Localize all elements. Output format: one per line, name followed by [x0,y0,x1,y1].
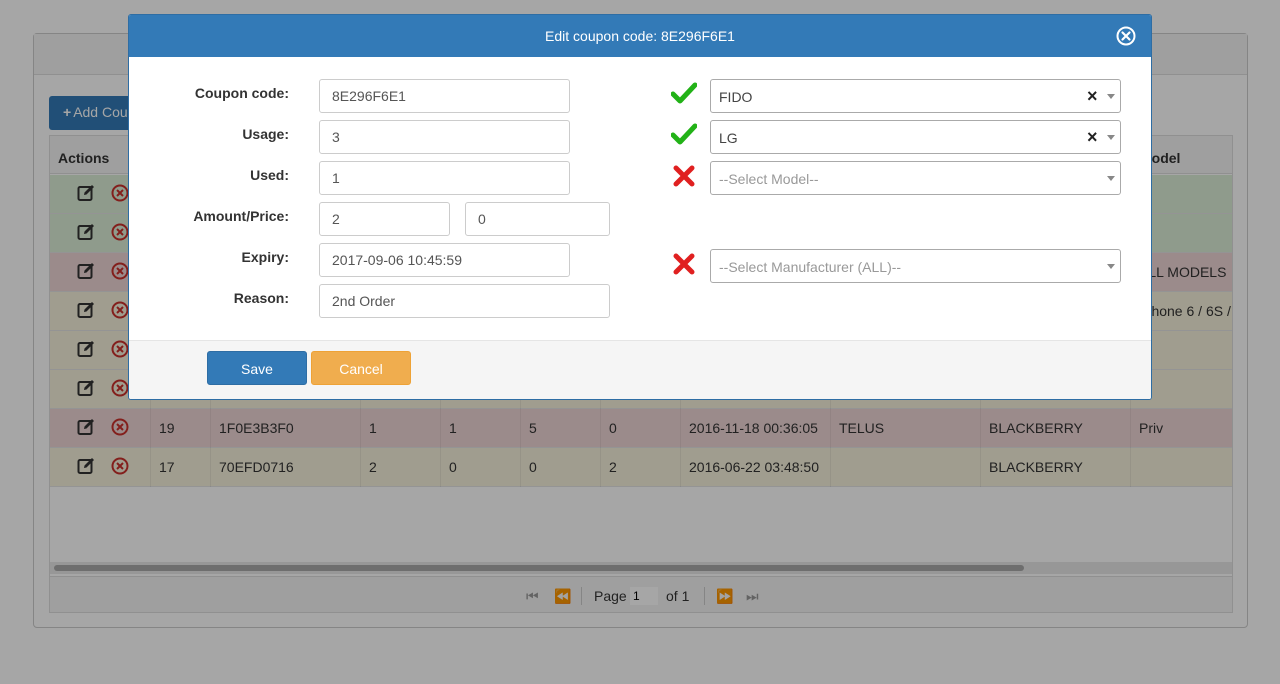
reason-input[interactable] [319,284,610,318]
carrier-select-value: FIDO [719,89,753,105]
usage-input[interactable] [319,120,570,154]
amount-input[interactable] [319,202,450,236]
dialog-footer: Save Cancel [129,340,1151,399]
carrier-select[interactable]: FIDO × [710,79,1121,113]
usage-label: Usage: [242,126,289,142]
model-select-placeholder: --Select Model-- [719,171,819,187]
dropdown-arrow-icon[interactable] [1107,264,1115,269]
coupon-code-input[interactable] [319,79,570,113]
used-label: Used: [250,167,289,183]
coupon-code-label: Coupon code: [194,85,289,101]
valid-check-icon [671,123,697,145]
dropdown-arrow-icon[interactable] [1107,135,1115,140]
save-button[interactable]: Save [207,351,307,385]
dropdown-arrow-icon[interactable] [1107,176,1115,181]
expiry-label: Expiry: [241,249,289,265]
manufacturer-select-value: LG [719,130,738,146]
dialog-header: Edit coupon code: 8E296F6E1 [129,15,1151,57]
cancel-button[interactable]: Cancel [311,351,411,385]
clear-icon[interactable]: × [1087,127,1098,147]
close-icon[interactable] [1115,25,1137,47]
price-input[interactable] [465,202,610,236]
manufacturer-all-select[interactable]: --Select Manufacturer (ALL)-- [710,249,1121,283]
amount-price-label: Amount/Price: [193,208,289,224]
edit-coupon-dialog: Edit coupon code: 8E296F6E1 Coupon code:… [128,14,1152,400]
clear-icon[interactable]: × [1087,86,1098,106]
valid-check-icon [671,82,697,104]
used-input[interactable] [319,161,570,195]
expiry-input[interactable] [319,243,570,277]
reason-label: Reason: [233,290,289,306]
manufacturer-all-select-placeholder: --Select Manufacturer (ALL)-- [719,259,902,275]
invalid-x-icon [673,253,695,275]
dropdown-arrow-icon[interactable] [1107,94,1115,99]
invalid-x-icon [673,165,695,187]
manufacturer-select[interactable]: LG × [710,120,1121,154]
model-select[interactable]: --Select Model-- [710,161,1121,195]
dialog-title: Edit coupon code: 8E296F6E1 [545,28,735,44]
